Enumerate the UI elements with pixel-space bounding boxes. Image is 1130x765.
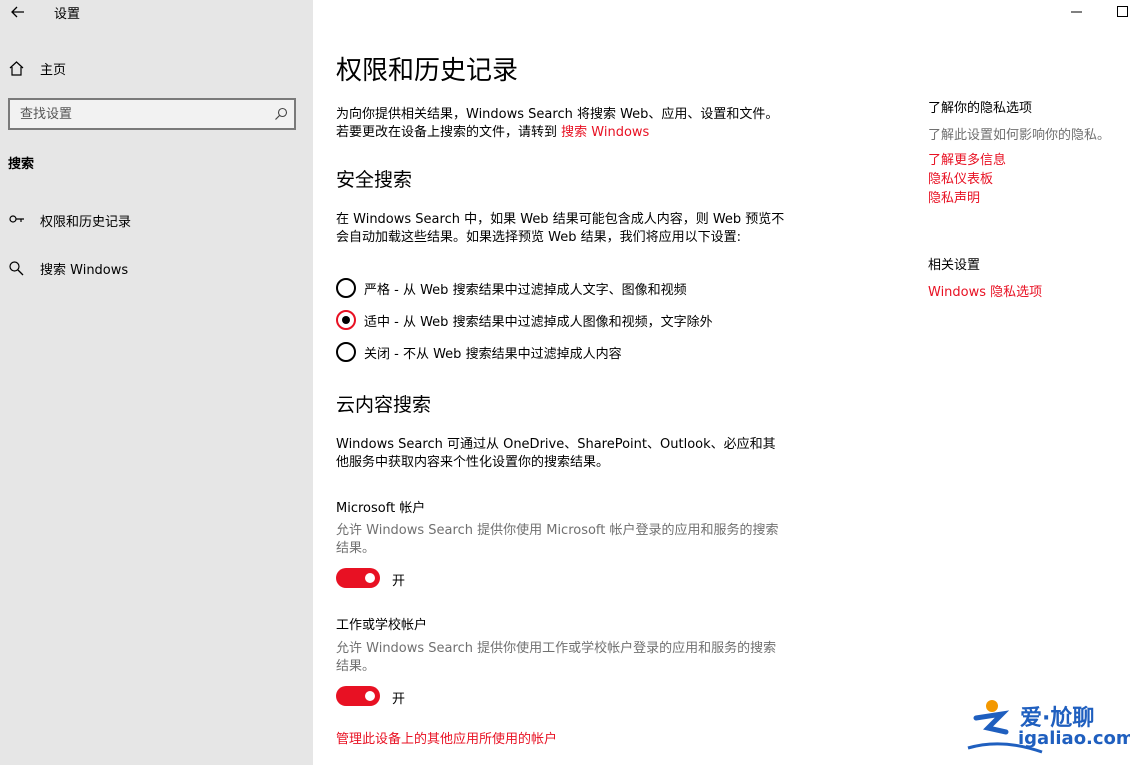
toggle-knob [365,573,375,583]
search-windows-link[interactable]: 搜索 Windows [561,125,649,140]
related-settings-heading: 相关设置 [928,258,981,273]
privacy-statement-link[interactable]: 隐私声明 [928,187,980,206]
privacy-heading: 了解你的隐私选项 [928,101,1033,116]
microsoft-account-title: Microsoft 帐户 [336,501,426,516]
find-setting-box [8,98,296,130]
microsoft-account-toggle[interactable] [336,568,380,588]
sidebar-item-label: 权限和历史记录 [40,215,132,230]
home-icon [9,61,24,76]
sidebar-item-label: 搜索 Windows [40,263,129,278]
sidebar: 设置 主页 搜索 权限和历史记录 搜索 Windows [0,0,313,765]
app-title: 设置 [54,7,81,22]
microsoft-account-description: 允许 Windows Search 提供你使用 Microsoft 帐户登录的应… [336,523,779,556]
maximize-button[interactable] [1100,0,1130,24]
radio-button-selected[interactable] [336,310,356,330]
toggle-knob [365,691,375,701]
sidebar-item-search-windows[interactable]: 搜索 Windows [0,252,313,284]
manage-accounts-link[interactable]: 管理此设备上的其他应用所使用的帐户 [336,728,557,747]
radio-label: 关闭 - 不从 Web 搜索结果中过滤掉成人内容 [364,347,622,362]
radio-button[interactable] [336,278,356,298]
radio-label: 适中 - 从 Web 搜索结果中过滤掉成人图像和视频，文字除外 [364,315,713,330]
safe-search-description: 在 Windows Search 中，如果 Web 结果可能包含成人内容，则 W… [336,212,785,245]
windows-privacy-options-link[interactable]: Windows 隐私选项 [928,281,1042,300]
back-arrow-icon[interactable] [8,2,28,22]
work-account-title: 工作或学校帐户 [336,618,428,633]
minimize-icon [1071,11,1082,13]
sidebar-item-home[interactable]: 主页 [0,52,313,84]
safe-search-heading: 安全搜索 [336,169,413,191]
privacy-dashboard-link[interactable]: 隐私仪表板 [928,168,993,187]
permissions-icon [9,215,24,223]
cloud-search-description: Windows Search 可通过从 OneDrive、SharePoint、… [336,437,776,470]
work-account-description: 允许 Windows Search 提供你使用工作或学校帐户登录的应用和服务的搜… [336,641,777,674]
sidebar-item-permissions-history[interactable]: 权限和历史记录 [0,204,313,236]
radio-button[interactable] [336,342,356,362]
minimize-button[interactable] [1054,0,1100,24]
intro-description: 为向你提供相关结果，Windows Search 将搜索 Web、应用、设置和文… [336,107,779,140]
page-title: 权限和历史记录 [336,56,519,86]
search-icon[interactable] [274,107,288,121]
search-icon [9,261,24,276]
work-account-toggle[interactable] [336,686,380,706]
sidebar-item-label: 主页 [40,63,67,78]
privacy-text: 了解此设置如何影响你的隐私。 [928,128,1111,143]
intro-text: 为向你提供相关结果，Windows Search 将搜索 Web、应用、设置和文… [336,106,788,142]
toggle-state-label: 开 [392,574,406,589]
learn-more-link[interactable]: 了解更多信息 [928,149,1006,168]
watermark-domain-text: igaliao.com [1018,728,1130,749]
maximize-icon [1117,6,1128,17]
cloud-search-heading: 云内容搜索 [336,394,432,416]
radio-label: 严格 - 从 Web 搜索结果中过滤掉成人文字、图像和视频 [364,283,687,298]
sidebar-section-heading: 搜索 [8,157,35,172]
find-setting-input[interactable] [10,100,265,128]
toggle-state-label: 开 [392,692,406,707]
